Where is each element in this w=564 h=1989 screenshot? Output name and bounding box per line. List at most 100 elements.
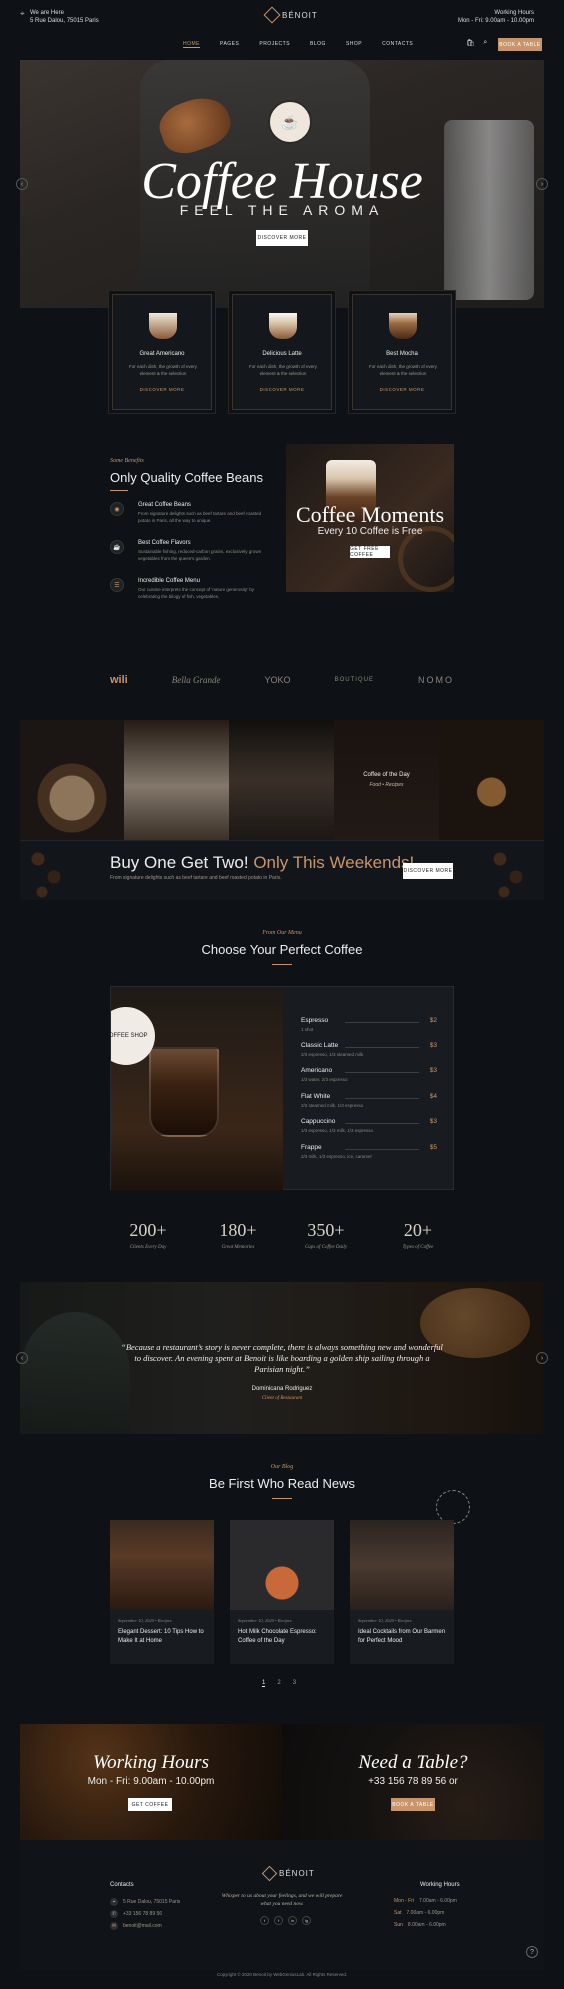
need-table-or: or — [449, 1776, 458, 1787]
stat-label: Clients Every Day — [129, 1245, 167, 1250]
feature-card-latte[interactable]: Delicious Latte For each dish, the growt… — [232, 294, 332, 410]
menu-item[interactable]: Espresso $2 1 shot — [301, 1017, 437, 1035]
overlay — [124, 720, 229, 840]
gallery-caption-title: Coffee of the Day — [363, 772, 410, 778]
mocha-cup-image — [389, 313, 417, 339]
footer-phone[interactable]: ✆ +33 156 78 89 56 — [110, 1910, 162, 1918]
testimonial-prev-arrow-icon[interactable]: ‹ — [16, 1352, 28, 1364]
gallery-image-barista[interactable] — [229, 720, 334, 840]
gallery-caption-sub: Food • Recipes — [369, 782, 404, 788]
testimonial-next-arrow-icon[interactable]: › — [536, 1352, 548, 1364]
americano-cup-image — [149, 313, 177, 339]
blog-post-card[interactable]: September 10, 2020 • Recipes Ideal Cockt… — [350, 1520, 454, 1664]
partner-logo[interactable]: YOKO — [265, 675, 291, 685]
search-icon[interactable]: ⌕ — [483, 39, 487, 47]
linkedin-icon[interactable]: in — [288, 1916, 297, 1925]
nav-pages[interactable]: PAGES — [220, 41, 239, 48]
page-1[interactable]: 1 — [262, 1680, 266, 1687]
menu-item[interactable]: Frappe $5 2/3 milk, 1/3 espresso, ice, c… — [301, 1144, 437, 1162]
card-more-link[interactable]: DISCOVER MORE — [233, 387, 331, 392]
page-2[interactable]: 2 — [277, 1680, 280, 1687]
nav-projects[interactable]: PROJECTS — [259, 41, 290, 48]
hero-discover-button[interactable]: DISCOVER MORE — [256, 230, 308, 246]
menu-item-description: 2/3 milk, 1/3 espresso, ice, caramel — [301, 1154, 372, 1159]
menu-title: Choose Your Perfect Coffee — [201, 942, 363, 957]
brand-name: BÉNOIT — [282, 10, 318, 20]
stat-label: Types of Coffee — [402, 1245, 434, 1250]
menu-item[interactable]: Americano $3 1/3 water, 2/3 espresso — [301, 1067, 437, 1085]
menu-item-leader — [345, 1047, 419, 1048]
mail-icon: ✉ — [110, 1922, 118, 1930]
hours-time: 7.00am - 6.00pm — [406, 1910, 445, 1916]
divider — [272, 964, 292, 965]
menu-item-price: $3 — [429, 1042, 437, 1049]
need-table-phone-line: +33 156 78 89 56 or — [282, 1776, 544, 1787]
nav-shop[interactable]: SHOP — [346, 41, 362, 48]
main-nav: HOME PAGES PROJECTS BLOG SHOP CONTACTS 🛍… — [0, 36, 564, 52]
partner-logo[interactable]: wili — [110, 674, 128, 686]
hours-title: Working Hours — [494, 10, 534, 16]
menu-item[interactable]: Cappuccino $3 1/3 espresso, 1/3 milk, 1/… — [301, 1118, 437, 1136]
promo-discover-button[interactable]: DISCOVER MORE — [403, 863, 453, 879]
brand-logo[interactable]: BÉNOIT — [263, 6, 318, 24]
blog-post-title[interactable]: Hot Milk Chocolate Espresso: Coffee of t… — [238, 1628, 328, 1646]
book-table-button[interactable]: BOOK A TABLE — [498, 38, 542, 51]
card-more-link[interactable]: DISCOVER MORE — [353, 387, 451, 392]
page-3[interactable]: 3 — [293, 1680, 296, 1687]
coffee-moments-banner: Coffee Moments Every 10 Coffee is Free G… — [286, 444, 454, 592]
nav-contacts[interactable]: CONTACTS — [382, 41, 413, 48]
instagram-icon[interactable]: ig — [302, 1916, 311, 1925]
benefit-title: Great Coffee Beans — [138, 502, 191, 508]
menu-item-leader — [345, 1149, 419, 1150]
need-table-phone[interactable]: +33 156 78 89 56 — [368, 1776, 446, 1787]
menu-item[interactable]: Flat White $4 2/3 steamed milk, 1/3 espr… — [301, 1093, 437, 1111]
blog-post-meta: September 10, 2020 • Recipes — [118, 1618, 172, 1623]
blog-post-card[interactable]: September 10, 2020 • Recipes Hot Milk Ch… — [230, 1520, 334, 1664]
menu-item-price: $4 — [429, 1093, 437, 1100]
nav-home[interactable]: HOME — [183, 41, 200, 48]
facebook-icon[interactable]: f — [274, 1916, 283, 1925]
testimonial-role: Client of Restaurant — [261, 1396, 303, 1401]
card-more-link[interactable]: DISCOVER MORE — [113, 387, 211, 392]
footer-logo[interactable]: BÉNOIT — [261, 1865, 315, 1882]
menu-item-name: Espresso — [301, 1017, 329, 1024]
testimonial-quote: “Because a restaurant’s story is never c… — [121, 1342, 443, 1374]
stat-item: 180+ Great Memories — [198, 1220, 278, 1250]
blog-post-image — [350, 1520, 454, 1610]
gallery-image-pour-over[interactable] — [124, 720, 229, 840]
cart-icon[interactable]: 🛍 — [466, 39, 475, 47]
scroll-top-icon[interactable]: ? — [526, 1946, 538, 1958]
feature-card-mocha[interactable]: Best Mocha For each dish, the growth of … — [352, 294, 452, 410]
gallery-image-cocktail[interactable] — [439, 720, 544, 840]
coffee-badge-icon: ☕ — [268, 100, 312, 144]
menu-item[interactable]: Classic Latte $3 2/3 espresso, 1/3 steam… — [301, 1042, 437, 1060]
promo-title-accent: Only This Weekends! — [248, 853, 415, 872]
feature-card-americano[interactable]: Great Americano For each dish, the growt… — [112, 294, 212, 410]
partner-logo[interactable]: NOMO — [418, 675, 454, 685]
gallery-image-latte-art[interactable] — [20, 720, 124, 840]
nav-blog[interactable]: BLOG — [310, 41, 326, 48]
hours-time: 7.00am - 6.00pm — [419, 1898, 457, 1904]
free-coffee-button[interactable]: GET FREE COFFEE — [350, 546, 390, 558]
get-coffee-button[interactable]: GET COFFEE — [128, 1798, 172, 1811]
blog-post-card[interactable]: September 10, 2020 • Recipes Elegant Des… — [110, 1520, 214, 1664]
menu-item-price: $5 — [429, 1144, 437, 1151]
stat-label: Great Memories — [221, 1245, 255, 1250]
benefit-item: ☰ Incredible Coffee Menu Our cuisine int… — [110, 578, 270, 604]
footer-email[interactable]: ✉ benoit@mail.com — [110, 1922, 162, 1930]
location-block: ⌖ We are Here 5 Rue Dalou, 75015 Paris — [20, 9, 99, 25]
hero-prev-arrow-icon[interactable]: ‹ — [16, 178, 28, 190]
blog-post-title[interactable]: Ideal Cocktails from Our Barmen for Perf… — [358, 1628, 448, 1646]
blog-post-title[interactable]: Elegant Dessert: 10 Tips How to Make It … — [118, 1628, 208, 1646]
partner-logo[interactable]: BOUTIQUE — [335, 677, 374, 683]
need-table-title: Need a Table? — [358, 1752, 468, 1773]
twitter-icon[interactable]: t — [260, 1916, 269, 1925]
card-title: Best Mocha — [386, 351, 418, 357]
partner-logo[interactable]: Bella Grande — [172, 675, 221, 685]
coffee-beans-decoration — [26, 841, 66, 901]
hero-next-arrow-icon[interactable]: › — [536, 178, 548, 190]
menu-item-name: Classic Latte — [301, 1042, 339, 1049]
menu-item-leader — [345, 1098, 419, 1099]
gallery-image-coffee-of-the-day[interactable]: Coffee of the Day Food • Recipes — [334, 720, 439, 840]
need-table-book-button[interactable]: BOOK A TABLE — [391, 1798, 435, 1811]
